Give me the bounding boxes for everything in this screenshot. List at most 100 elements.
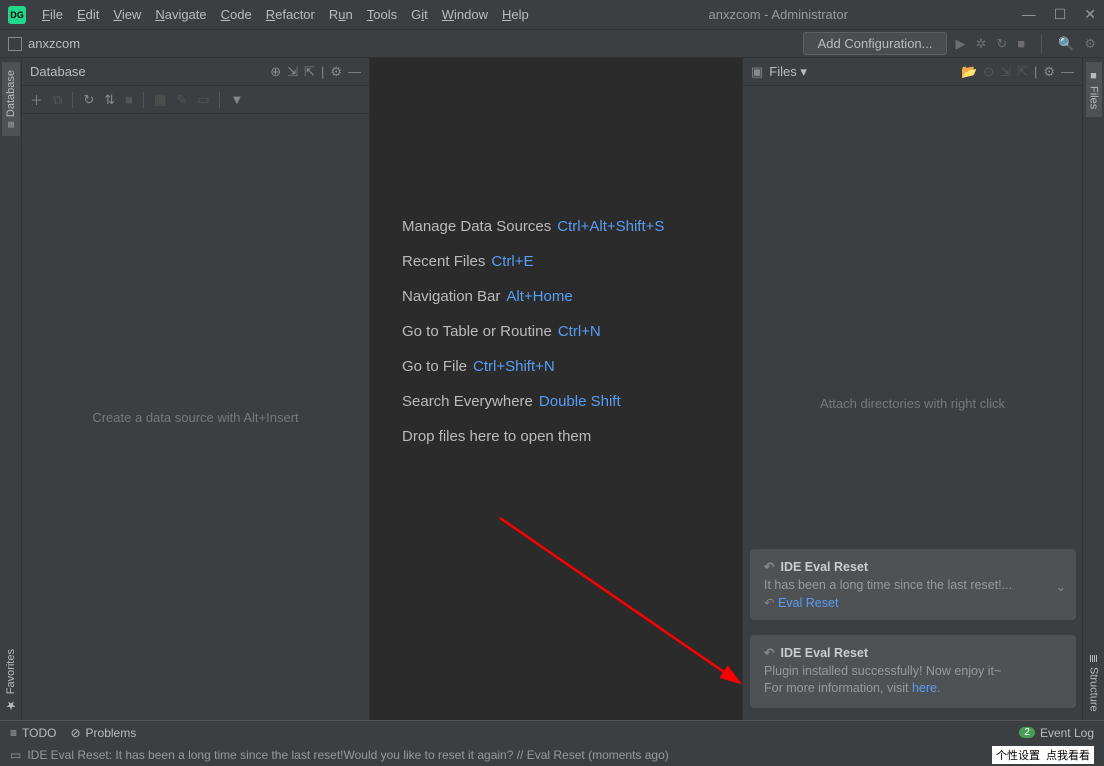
tab-structure[interactable]: ≣ Structure (1085, 646, 1102, 720)
separator: | (1034, 64, 1037, 79)
open-icon[interactable]: 📂 (961, 64, 977, 80)
status-bar: ≡TODO ⊘Problems 2Event Log (0, 720, 1104, 744)
main-menu: File Edit View Navigate Code Refactor Ru… (36, 4, 535, 25)
menu-help[interactable]: Help (496, 4, 535, 25)
status-event-log[interactable]: 2Event Log (1019, 726, 1094, 740)
minimize-button[interactable]: — (1022, 6, 1036, 23)
structure-icon: ≣ (1087, 654, 1100, 663)
collapse-icon[interactable]: ⇱ (1017, 64, 1028, 80)
files-panel-title[interactable]: Files ▾ (769, 64, 955, 80)
status-problems[interactable]: ⊘Problems (70, 726, 136, 740)
database-panel-header: Database ⊕ ⇲ ⇱ | ⚙ — (22, 58, 369, 86)
editor-area[interactable]: Manage Data SourcesCtrl+Alt+Shift+S Rece… (370, 58, 742, 720)
hint-recent-files[interactable]: Recent FilesCtrl+E (402, 253, 533, 270)
database-toolbar: ＋ ⧉ ↻ ⇅ ■ ▦ ✎ ▭ ▼ (22, 86, 369, 114)
notification-message: It has been a long time since the last r… (764, 578, 1062, 592)
eval-reset-link[interactable]: Eval Reset (778, 596, 838, 610)
title-bar: DG File Edit View Navigate Code Refactor… (0, 0, 1104, 30)
here-link[interactable]: here (912, 681, 937, 695)
right-tool-rail: ■ Files ≣ Structure (1082, 58, 1104, 720)
menu-view[interactable]: View (107, 4, 147, 25)
status-todo[interactable]: ≡TODO (10, 726, 56, 740)
chevron-down-icon[interactable]: ⌄ (1056, 579, 1066, 594)
filter-icon[interactable]: ▼ (230, 92, 243, 107)
window-title: anxzcom - Administrator (535, 7, 1022, 22)
run-icon[interactable]: ▶ (955, 36, 965, 52)
debug-icon[interactable]: ✲ (975, 36, 986, 52)
notification-eval-reset-2[interactable]: ↶ IDE Eval Reset Plugin installed success… (750, 635, 1076, 708)
hint-go-to-file[interactable]: Go to FileCtrl+Shift+N (402, 358, 555, 375)
undo-icon: ↶ (764, 559, 774, 574)
notification-message: Plugin installed successfully! Now enjoy… (764, 664, 1062, 678)
settings-icon[interactable]: ⚙ (1084, 36, 1096, 52)
folder-icon: ▣ (751, 64, 763, 80)
coverage-icon[interactable]: ↻ (996, 36, 1007, 52)
refresh-icon[interactable]: ↻ (83, 92, 94, 108)
separator: | (321, 64, 324, 79)
hide-icon[interactable]: — (348, 64, 361, 79)
message-icon: ▭ (10, 748, 21, 762)
menu-code[interactable]: Code (215, 4, 258, 25)
table-icon[interactable]: ▦ (154, 92, 166, 108)
hint-search-everywhere[interactable]: Search EverywhereDouble Shift (402, 393, 621, 410)
maximize-button[interactable]: ☐ (1054, 6, 1067, 23)
files-panel-body[interactable]: Attach directories with right click (743, 86, 1082, 720)
menu-tools[interactable]: Tools (361, 4, 403, 25)
main-area: ≡ Database ★ Favorites Database ⊕ ⇲ ⇱ | … (0, 58, 1104, 720)
tab-favorites[interactable]: ★ Favorites (2, 641, 20, 720)
separator (143, 92, 144, 108)
hint-go-to-table[interactable]: Go to Table or RoutineCtrl+N (402, 323, 601, 340)
expand-icon[interactable]: ⇲ (287, 64, 298, 80)
hint-manage-data-sources[interactable]: Manage Data SourcesCtrl+Alt+Shift+S (402, 218, 664, 235)
breadcrumb[interactable]: anxzcom (28, 36, 803, 51)
sync-icon[interactable]: ⇅ (104, 92, 115, 108)
list-icon: ≡ (10, 726, 17, 740)
add-icon[interactable]: ＋ (30, 90, 43, 109)
gear-icon[interactable]: ⚙ (1043, 64, 1055, 80)
tab-favorites-label: Favorites (5, 649, 17, 694)
gear-icon[interactable]: ⚙ (330, 64, 342, 80)
undo-icon: ↶ (764, 645, 774, 660)
close-button[interactable]: ✕ (1084, 6, 1096, 23)
tab-files[interactable]: ■ Files (1086, 62, 1102, 117)
database-empty-hint: Create a data source with Alt+Insert (92, 410, 298, 425)
undo-icon: ↶ (764, 596, 774, 610)
menu-refactor[interactable]: Refactor (260, 4, 321, 25)
separator (72, 92, 73, 108)
ime-indicator[interactable]: 个性设置点我看看 (992, 746, 1094, 764)
target-icon[interactable]: ⊙ (983, 64, 994, 80)
files-empty-hint: Attach directories with right click (820, 396, 1005, 411)
menu-git[interactable]: Git (405, 4, 434, 25)
menu-edit[interactable]: Edit (71, 4, 105, 25)
menu-navigate[interactable]: Navigate (149, 4, 212, 25)
database-panel-body[interactable]: Create a data source with Alt+Insert (22, 114, 369, 720)
hint-navigation-bar[interactable]: Navigation BarAlt+Home (402, 288, 573, 305)
notification-title: IDE Eval Reset (780, 560, 868, 574)
target-icon[interactable]: ⊕ (270, 64, 281, 80)
tab-database[interactable]: ≡ Database (2, 62, 20, 136)
files-panel-header: ▣ Files ▾ 📂 ⊙ ⇲ ⇱ | ⚙ — (743, 58, 1082, 86)
menu-file[interactable]: File (36, 4, 69, 25)
status-message[interactable]: IDE Eval Reset: It has been a long time … (27, 748, 668, 762)
left-tool-rail: ≡ Database ★ Favorites (0, 58, 22, 720)
menu-run[interactable]: Run (323, 4, 359, 25)
notification-eval-reset-1[interactable]: ↶ IDE Eval Reset It has been a long time … (750, 549, 1076, 620)
expand-icon[interactable]: ⇲ (1000, 64, 1011, 80)
hide-icon[interactable]: — (1061, 64, 1074, 79)
stop-icon[interactable]: ■ (125, 92, 133, 107)
view-icon[interactable]: ▭ (197, 92, 209, 108)
collapse-icon[interactable]: ⇱ (304, 64, 315, 80)
search-icon[interactable]: 🔍 (1058, 36, 1074, 52)
files-panel: ▣ Files ▾ 📂 ⊙ ⇲ ⇱ | ⚙ — Attach directori… (742, 58, 1082, 720)
duplicate-icon[interactable]: ⧉ (53, 92, 62, 108)
add-configuration-button[interactable]: Add Configuration... (803, 32, 948, 55)
edit-icon[interactable]: ✎ (176, 92, 187, 108)
tab-database-label: Database (5, 70, 17, 117)
hint-drop-files: Drop files here to open them (402, 428, 591, 445)
stop-icon[interactable]: ■ (1017, 36, 1025, 51)
separator (219, 92, 220, 108)
status-message-bar: ▭ IDE Eval Reset: It has been a long tim… (0, 744, 1104, 766)
separator (1041, 35, 1042, 53)
notification-title: IDE Eval Reset (780, 646, 868, 660)
menu-window[interactable]: Window (436, 4, 494, 25)
